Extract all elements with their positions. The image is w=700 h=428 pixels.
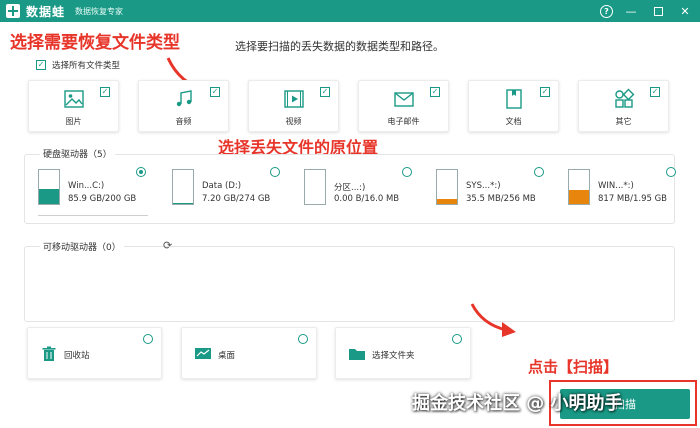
- drive-usage-fill: [437, 199, 457, 204]
- location-card-select-folder[interactable]: 选择文件夹: [335, 327, 471, 379]
- filetype-checkbox[interactable]: ✓: [540, 87, 550, 97]
- filetype-card-image[interactable]: ✓ 图片: [28, 80, 119, 132]
- select-all-filetypes[interactable]: ✓ 选择所有文件类型: [36, 59, 120, 71]
- close-button[interactable]: ✕: [676, 2, 694, 20]
- annotation-arrow-3: [470, 303, 516, 337]
- filetype-label: 视频: [285, 117, 302, 126]
- folder-icon: [349, 349, 365, 360]
- watermark: 掘金技术社区 @ 小明助手: [412, 393, 623, 414]
- drive-name: Data (D:): [202, 181, 242, 191]
- location-label: 桌面: [218, 351, 236, 361]
- mail-icon: [393, 92, 414, 107]
- filetype-checkbox[interactable]: ✓: [100, 87, 110, 97]
- location-label: 回收站: [64, 351, 90, 361]
- filetype-card-video[interactable]: ✓ 视频: [248, 80, 339, 132]
- instruction-text: 选择要扫描的丢失数据的数据类型和路径。: [235, 40, 444, 53]
- drive-name: WIN...*:): [598, 181, 634, 191]
- filetype-checkbox[interactable]: ✓: [210, 87, 220, 97]
- filetype-label: 文档: [505, 117, 522, 126]
- maximize-icon: [653, 6, 663, 16]
- drive-name: Win...C:): [68, 181, 105, 191]
- filetype-label: 其它: [615, 117, 632, 126]
- removable-drives-panel: [24, 246, 675, 322]
- location-card-desktop[interactable]: 桌面: [181, 327, 317, 379]
- location-label: 选择文件夹: [372, 351, 415, 361]
- drive-usage-fill: [569, 189, 589, 204]
- drive-usage-fill: [173, 202, 193, 204]
- annotation-step1: 选择需要恢复文件类型: [10, 33, 180, 53]
- drive-size: 35.5 MB/256 MB: [466, 194, 536, 204]
- select-all-label: 选择所有文件类型: [52, 61, 121, 71]
- refresh-icon[interactable]: ⟳: [163, 240, 175, 252]
- filetype-card-other[interactable]: ✓ 其它: [578, 80, 669, 132]
- location-radio[interactable]: [143, 334, 153, 344]
- drive-size: 7.20 GB/274 GB: [202, 194, 271, 204]
- document-icon: [505, 89, 522, 109]
- video-icon: [283, 90, 304, 108]
- filetype-checkbox[interactable]: ✓: [430, 87, 440, 97]
- app-subtitle: 数据恢复专家: [75, 6, 124, 16]
- maximize-button[interactable]: [649, 2, 667, 20]
- drive-icon: [304, 169, 326, 205]
- filetype-label: 音频: [175, 117, 192, 126]
- filetype-checkbox[interactable]: ✓: [650, 87, 660, 97]
- title-bar: 数据蛙 数据恢复专家 ? — ✕: [0, 0, 700, 22]
- annotation-step3: 点击【扫描】: [528, 358, 619, 376]
- filetype-card-document[interactable]: ✓ 文档: [468, 80, 559, 132]
- trash-icon: [42, 346, 56, 361]
- drive-name: 分区...:): [334, 183, 366, 193]
- drive-size: 0.00 B/16.0 MB: [334, 194, 400, 204]
- desktop-icon: [195, 348, 211, 359]
- other-icon: [614, 88, 634, 108]
- drive-radio[interactable]: [534, 167, 544, 177]
- drive-selected-underline: [38, 215, 148, 216]
- drive-size: 817 MB/1.95 GB: [598, 194, 668, 204]
- help-button[interactable]: ?: [600, 4, 613, 18]
- drive-radio[interactable]: [666, 167, 676, 177]
- drive-item-sys[interactable]: SYS...*:) 35.5 MB/256 MB: [426, 167, 546, 212]
- location-radio[interactable]: [298, 334, 308, 344]
- drive-name: SYS...*:): [466, 181, 501, 191]
- hard-drives-title: 硬盘驱动器（5）: [40, 147, 115, 160]
- drive-icon: [38, 169, 60, 205]
- location-radio[interactable]: [452, 334, 462, 344]
- drive-icon: [436, 169, 458, 205]
- filetype-card-email[interactable]: ✓ 电子邮件: [358, 80, 449, 132]
- app-logo-icon: [6, 4, 20, 18]
- app-name: 数据蛙: [26, 4, 66, 19]
- drive-radio[interactable]: [402, 167, 412, 177]
- select-all-checkbox[interactable]: ✓: [36, 60, 46, 70]
- drive-icon: [568, 169, 590, 205]
- minimize-button[interactable]: —: [622, 2, 640, 20]
- drive-icon: [172, 169, 194, 205]
- removable-drives-title: 可移动驱动器（0）: [40, 240, 124, 253]
- drive-radio[interactable]: [136, 167, 146, 177]
- drive-size: 85.9 GB/200 GB: [68, 194, 137, 204]
- filetype-label: 电子邮件: [387, 117, 420, 126]
- drive-item-partition[interactable]: 分区...:) 0.00 B/16.0 MB: [294, 167, 414, 212]
- drive-item-d[interactable]: Data (D:) 7.20 GB/274 GB: [162, 167, 282, 212]
- drive-item-win[interactable]: WIN...*:) 817 MB/1.95 GB: [558, 167, 678, 212]
- filetype-label: 图片: [65, 117, 82, 126]
- drive-item-c[interactable]: Win...C:) 85.9 GB/200 GB: [28, 167, 148, 216]
- filetype-checkbox[interactable]: ✓: [320, 87, 330, 97]
- location-card-recycle-bin[interactable]: 回收站: [27, 327, 162, 379]
- filetype-card-audio[interactable]: ✓ 音频: [138, 80, 229, 132]
- drive-radio[interactable]: [270, 167, 280, 177]
- image-icon: [63, 90, 84, 108]
- music-icon: [176, 90, 192, 107]
- drive-usage-fill: [39, 189, 59, 204]
